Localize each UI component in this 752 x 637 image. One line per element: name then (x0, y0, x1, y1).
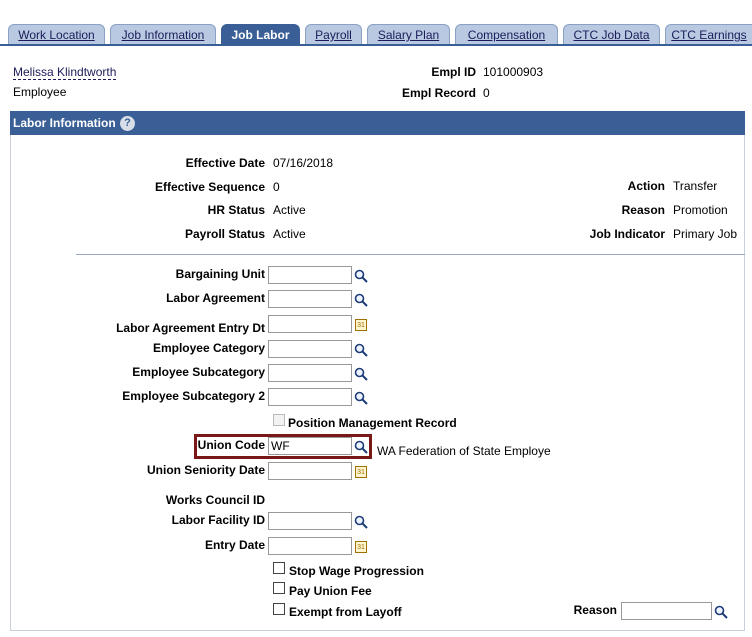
layoff-reason-input[interactable] (621, 602, 712, 620)
tab-job-information[interactable]: Job Information (110, 24, 216, 44)
tab-salary-plan[interactable]: Salary Plan (367, 24, 450, 44)
entry-date-label: Entry Date (204, 538, 265, 552)
empl-record-label: Empl Record (401, 86, 476, 100)
position-management-record-label: Position Management Record (288, 416, 457, 430)
entry-date-input[interactable] (268, 537, 352, 555)
pay-union-fee-checkbox[interactable] (273, 582, 285, 594)
tab-job-labor[interactable]: Job Labor (221, 24, 300, 44)
bargaining-unit-input[interactable] (268, 266, 352, 284)
employee-subcategory-input[interactable] (268, 364, 352, 382)
union-seniority-date-label: Union Seniority Date (146, 463, 265, 477)
reason-label: Reason (621, 203, 665, 217)
layoff-reason-lookup-icon[interactable] (714, 605, 728, 619)
exempt-from-layoff-checkbox[interactable] (273, 603, 285, 615)
labor-agreement-label: Labor Agreement (166, 291, 265, 305)
entry-date-calendar-icon[interactable]: 31 (355, 541, 367, 553)
effective-sequence-label: Effective Sequence (154, 180, 265, 194)
layoff-reason-label: Reason (573, 603, 617, 617)
payroll-status-value: Active (273, 227, 306, 241)
job-indicator-label: Job Indicator (589, 227, 665, 241)
employee-subcategory-2-lookup-icon[interactable] (354, 391, 368, 405)
position-management-record-checkbox (273, 414, 285, 426)
employee-subcategory-label: Employee Subcategory (132, 365, 265, 379)
bargaining-unit-lookup-icon[interactable] (354, 269, 368, 283)
employee-subcategory-2-input[interactable] (268, 388, 352, 406)
section-divider (76, 254, 745, 255)
payroll-status-label: Payroll Status (184, 227, 265, 241)
union-code-description: WA Federation of State Employe (377, 444, 551, 458)
stop-wage-progression-label: Stop Wage Progression (289, 564, 424, 578)
section-title: Labor Information (13, 116, 116, 130)
employee-category-lookup-icon[interactable] (354, 343, 368, 357)
pay-union-fee-label: Pay Union Fee (289, 584, 372, 598)
effective-date-label: Effective Date (185, 156, 265, 170)
employee-category-label: Employee Category (152, 341, 265, 355)
hr-status-value: Active (273, 203, 306, 217)
help-icon[interactable]: ? (120, 116, 135, 131)
stop-wage-progression-checkbox[interactable] (273, 562, 285, 574)
exempt-from-layoff-label: Exempt from Layoff (289, 605, 402, 619)
union-seniority-date-input[interactable] (268, 462, 352, 480)
union-seniority-date-calendar-icon[interactable]: 31 (355, 466, 367, 478)
job-indicator-value: Primary Job (673, 227, 738, 241)
tab-ctc-job-data[interactable]: CTC Job Data (563, 24, 660, 44)
labor-facility-id-lookup-icon[interactable] (354, 515, 368, 529)
tab-ctc-earnings[interactable]: CTC Earnings (665, 24, 752, 44)
employee-subcategory-lookup-icon[interactable] (354, 367, 368, 381)
labor-agreement-entry-dt-input[interactable] (268, 315, 352, 333)
tab-payroll[interactable]: Payroll (305, 24, 362, 44)
tab-work-location[interactable]: Work Location (8, 24, 105, 44)
tab-bar: Work Location Job Information Job Labor … (0, 0, 752, 46)
tab-compensation[interactable]: Compensation (455, 24, 558, 44)
bargaining-unit-label: Bargaining Unit (175, 267, 265, 281)
employee-name-link[interactable]: Melissa Klindtworth (13, 65, 117, 80)
effective-sequence-value: 0 (273, 180, 280, 194)
labor-agreement-entry-dt-calendar-icon[interactable]: 31 (355, 319, 367, 331)
empl-id-value: 101000903 (483, 65, 544, 79)
tab-bar-underline (0, 44, 752, 46)
labor-agreement-entry-dt-label: Labor Agreement Entry Dt (116, 321, 265, 335)
effective-date-value: 07/16/2018 (273, 156, 334, 170)
empl-id-label: Empl ID (431, 65, 476, 79)
employee-type: Employee (13, 85, 67, 99)
labor-agreement-lookup-icon[interactable] (354, 293, 368, 307)
empl-record-value: 0 (483, 86, 490, 100)
union-code-highlight-box (194, 434, 372, 459)
labor-facility-id-input[interactable] (268, 512, 352, 530)
employee-category-input[interactable] (268, 340, 352, 358)
labor-facility-id-label: Labor Facility ID (171, 513, 265, 527)
action-label: Action (627, 179, 665, 193)
labor-agreement-input[interactable] (268, 290, 352, 308)
hr-status-label: HR Status (207, 203, 265, 217)
employee-subcategory-2-label: Employee Subcategory 2 (122, 389, 265, 403)
action-value: Transfer (673, 179, 718, 193)
reason-value: Promotion (673, 203, 728, 217)
works-council-id-label: Works Council ID (165, 493, 265, 507)
